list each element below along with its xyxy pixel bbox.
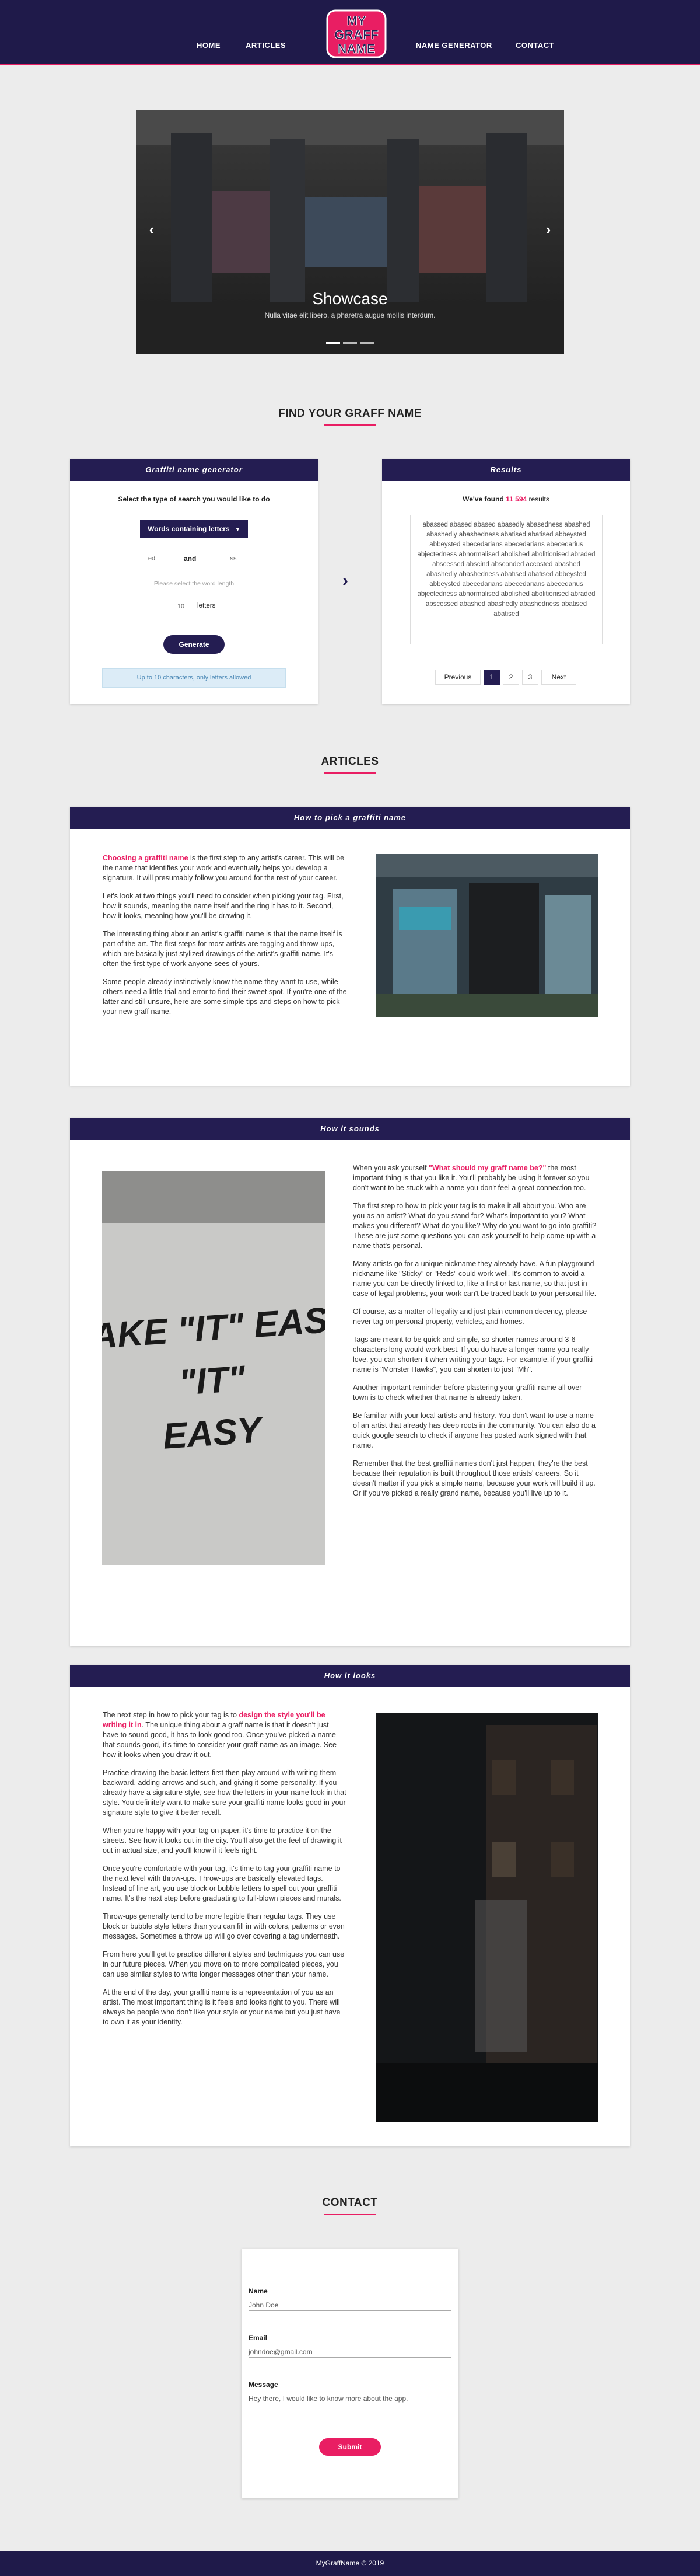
top-navbar: HOME ARTICLES MY GRAFF NAME NAME GENERAT… [0, 0, 700, 65]
contact-section-title: CONTACT [322, 2197, 378, 2209]
word-length-hint: Please select the word length [153, 580, 235, 587]
article-header: How it looks [70, 1665, 630, 1687]
article-paragraph: When you ask yourself "What should my gr… [353, 1163, 597, 1193]
results-card: Results We've found 11 594 results abass… [382, 459, 630, 704]
pagination-page-2[interactable]: 2 [503, 670, 519, 685]
name-label: Name [249, 2287, 268, 2295]
word-length-input[interactable]: 10 [169, 599, 192, 614]
svg-text:EASY: EASY [162, 1410, 266, 1457]
email-label: Email [249, 2334, 268, 2342]
nav-name-generator-link[interactable]: NAME GENERATOR [416, 41, 492, 50]
article-image-dark-building [376, 1713, 598, 2122]
nav-home-link[interactable]: HOME [197, 41, 220, 50]
carousel-title: Showcase [312, 290, 388, 308]
article-paragraph: From here you'll get to practice differe… [103, 1950, 345, 1978]
site-logo[interactable]: MY GRAFF NAME [325, 7, 388, 61]
info-alert: Up to 10 characters, only letters allowe… [102, 668, 286, 688]
pagination-previous[interactable]: Previous [435, 670, 481, 685]
article-image-graffiti-building [376, 854, 598, 1017]
showcase-carousel: ‹ › Showcase Nulla vitae elit libero, a … [136, 110, 564, 354]
carousel-next-button[interactable]: › [540, 221, 557, 239]
and-label: and [184, 555, 197, 563]
article-paragraph: Of course, as a matter of legality and j… [353, 1308, 587, 1326]
article-paragraph: At the end of the day, your graffiti nam… [103, 1988, 341, 2026]
results-word-list: abassed abased abased abasedly abasednes… [410, 515, 603, 644]
nav-contact-link[interactable]: CONTACT [516, 41, 554, 50]
article-paragraph: The next step in how to pick your tag is… [103, 1710, 346, 1760]
message-label: Message [249, 2380, 278, 2389]
pagination-page-3[interactable]: 3 [522, 670, 538, 685]
paragraph-text: The next step in how to pick your tag is… [103, 1711, 239, 1719]
article-paragraph: Choosing a graffiti name is the first st… [103, 853, 348, 883]
svg-text:MY: MY [347, 13, 366, 28]
article-image-take-it-easy: TAKE "IT" EASY "IT" EASY [102, 1171, 325, 1565]
message-field[interactable]: Hey there, I would like to know more abo… [249, 2393, 452, 2404]
letters-from-input[interactable]: ed [128, 551, 175, 566]
results-found-prefix: We've found [463, 495, 504, 503]
results-card-header: Results [382, 459, 630, 481]
carousel-prev-button[interactable]: ‹ [143, 221, 160, 239]
paragraph-text: When you ask yourself [353, 1164, 429, 1172]
generator-card-header: Graffiti name generator [70, 459, 318, 481]
article-paragraph: When you're happy with your tag on paper… [103, 1826, 342, 1855]
article-header: How to pick a graffiti name [70, 807, 630, 829]
article-paragraph: Be familiar with your local artists and … [353, 1411, 596, 1449]
article-how-it-looks: How it looks The next step in how to pic… [70, 1665, 630, 2146]
submit-button[interactable]: Submit [319, 2438, 381, 2456]
name-field[interactable]: John Doe [249, 2300, 452, 2311]
find-section-title: FIND YOUR GRAFF NAME [278, 407, 422, 420]
pagination-page-1[interactable]: 1 [484, 670, 500, 685]
article-paragraph: Remember that the best graffiti names do… [353, 1459, 596, 1497]
highlight-link[interactable]: Choosing a graffiti name [103, 854, 188, 862]
chevron-right-icon: › [342, 571, 348, 590]
article-paragraph: Throw-ups generally tend to be more legi… [103, 1912, 345, 1940]
svg-text:"IT": "IT" [177, 1358, 247, 1403]
svg-text:GRAFF: GRAFF [334, 27, 379, 42]
search-type-dropdown[interactable]: Words containing letters ▼ [140, 520, 248, 538]
carousel-subtitle: Nulla vitae elit libero, a pharetra augu… [264, 311, 436, 319]
carousel-indicator[interactable] [343, 342, 357, 344]
article-header: How it sounds [70, 1118, 630, 1140]
email-field[interactable]: johndoe@gmail.com [249, 2347, 452, 2358]
carousel-indicator[interactable] [326, 342, 340, 344]
search-type-prompt: Select the type of search you would like… [118, 495, 270, 503]
article-paragraph: The first step to how to pick your tag i… [353, 1202, 597, 1250]
title-underline [324, 424, 376, 426]
nav-articles-link[interactable]: ARTICLES [246, 41, 286, 50]
article-paragraph: Tags are meant to be quick and simple, s… [353, 1336, 593, 1374]
article-paragraph: Many artists go for a unique nickname th… [353, 1260, 597, 1298]
results-count: 11 594 [506, 495, 527, 503]
search-type-value: Words containing letters [148, 525, 230, 533]
generator-card: Graffiti name generator Select the type … [70, 459, 318, 704]
results-found-suffix: results [528, 495, 550, 503]
chevron-down-icon: ▼ [235, 527, 240, 532]
svg-text:NAME: NAME [338, 41, 376, 56]
article-paragraph: Let's look at two things you'll need to … [103, 892, 344, 920]
article-how-to-pick: How to pick a graffiti name Choosing a g… [70, 807, 630, 1086]
letters-to-input[interactable]: ss [210, 551, 257, 566]
results-count-line: We've found 11 594 results [382, 495, 630, 503]
footer-copyright: MyGraffName © 2019 [316, 2559, 384, 2567]
generate-button[interactable]: Generate [163, 635, 225, 654]
title-underline [324, 2214, 376, 2215]
article-paragraph: Once you're comfortable with your tag, i… [103, 1864, 341, 1902]
pagination-next[interactable]: Next [541, 670, 576, 685]
articles-section-title: ARTICLES [321, 755, 379, 768]
contact-form-card: Name John Doe Email johndoe@gmail.com Me… [242, 2249, 459, 2498]
article-paragraph: Another important reminder before plaste… [353, 1383, 582, 1402]
article-paragraph: Practice drawing the basic letters first… [103, 1769, 346, 1817]
highlight-link[interactable]: "What should my graff name be?" [429, 1164, 546, 1172]
article-paragraph: Some people already instinctively know t… [103, 978, 347, 1016]
footer: MyGraffName © 2019 [0, 2551, 700, 2576]
title-underline [324, 772, 376, 774]
carousel-indicator[interactable] [360, 342, 374, 344]
letters-label: letters [197, 602, 216, 609]
article-paragraph: The interesting thing about an artist's … [103, 930, 342, 968]
article-how-it-sounds: How it sounds TAKE "IT" EASY "IT" EASY W… [70, 1118, 630, 1646]
